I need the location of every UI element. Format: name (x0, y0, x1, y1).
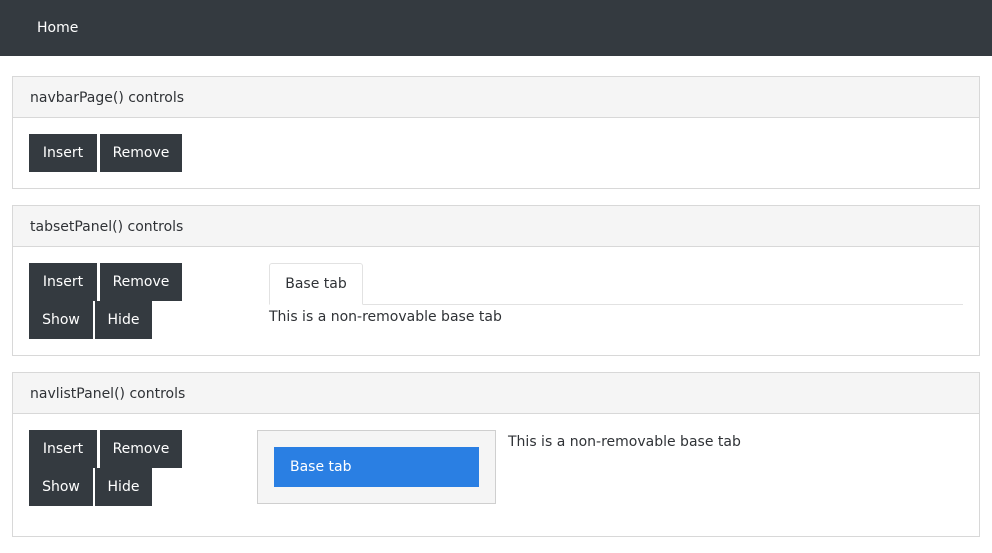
panel-title: navbarPage() controls (13, 77, 979, 118)
remove-button[interactable]: Remove (100, 263, 182, 301)
nav-home-link[interactable]: Home (37, 18, 78, 38)
show-button[interactable]: Show (29, 301, 93, 339)
hide-button[interactable]: Hide (95, 468, 152, 506)
panel-title: navlistPanel() controls (13, 373, 979, 414)
insert-button[interactable]: Insert (29, 134, 97, 172)
remove-button[interactable]: Remove (100, 134, 182, 172)
navlistpanel-controls-panel: navlistPanel() controls Insert Remove Sh… (12, 372, 980, 537)
tab-base-tab[interactable]: Base tab (269, 263, 363, 305)
tabset-tab-bar: Base tab (269, 263, 963, 305)
insert-button[interactable]: Insert (29, 263, 97, 301)
navlist-well: Base tab (257, 430, 496, 504)
panel-title: tabsetPanel() controls (13, 206, 979, 247)
navlist-content-text: This is a non-removable base tab (508, 434, 741, 450)
navlist-item-base-tab[interactable]: Base tab (274, 447, 479, 487)
top-navbar: Home (0, 0, 992, 56)
hide-button[interactable]: Hide (95, 301, 152, 339)
show-button[interactable]: Show (29, 468, 93, 506)
insert-button[interactable]: Insert (29, 430, 97, 468)
navbarpage-controls-panel: navbarPage() controls Insert Remove (12, 76, 980, 189)
remove-button[interactable]: Remove (100, 430, 182, 468)
tabsetpanel-controls-panel: tabsetPanel() controls Insert Remove Sho… (12, 205, 980, 356)
tab-content-text: This is a non-removable base tab (269, 309, 502, 325)
